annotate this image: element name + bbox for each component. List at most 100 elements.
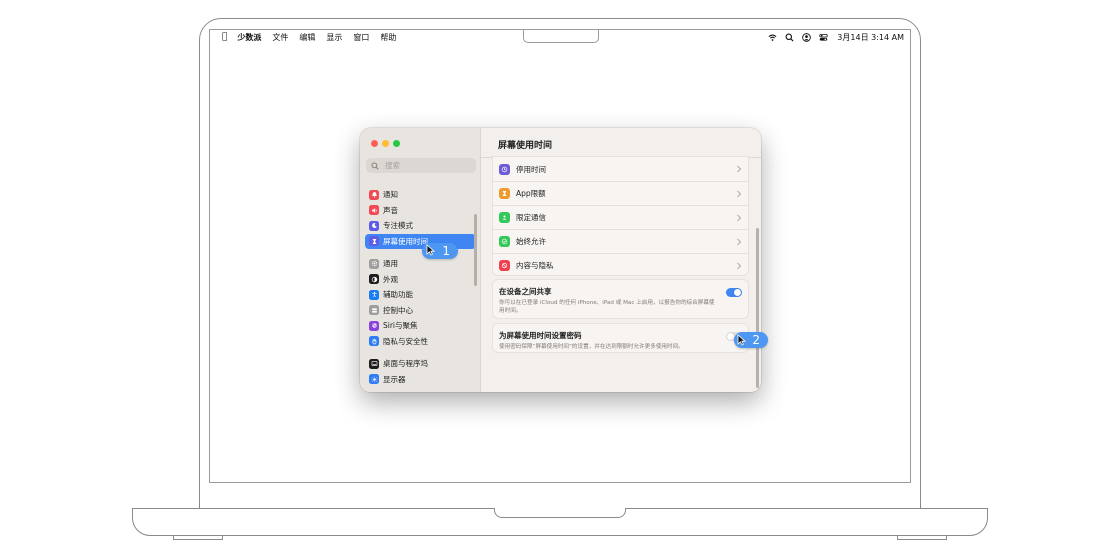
cursor-arrow-icon [737,334,746,346]
sidebar-search[interactable] [366,158,476,173]
screen-time-options-group: 停用时间 App限额 限定通信 始终允许 内容与隐私 [492,156,749,276]
laptop-hinge [199,490,921,510]
sidebar-item-label: 隐私与安全性 [383,336,428,346]
chevron-right-icon [737,190,742,198]
downtime-icon [499,163,510,175]
chevron-right-icon [737,214,742,222]
laptop-foot-left [173,536,223,540]
menu-view[interactable]: 显示 [326,32,342,43]
sidebar-item-screen-time[interactable]: 屏幕使用时间 [365,233,476,249]
passcode-row: 为屏幕使用时间设置密码 使用密码保障“屏幕使用时间”的设置，并在达到限额时允许更… [493,324,748,357]
row-downtime[interactable]: 停用时间 [493,157,748,181]
menu-clock[interactable]: 3月14日 3:14 AM [837,32,904,43]
sidebar-list: 通知 声音 专注模式 屏幕使用时间 通用 外观 辅助功能 控制中心 Siri与聚… [365,187,476,387]
passcode-description: 使用密码保障“屏幕使用时间”的设置，并在达到限额时允许更多使用时间。 [499,344,684,350]
appearance-icon [369,274,379,285]
sidebar: 通知 声音 专注模式 屏幕使用时间 通用 [360,128,481,392]
chevron-right-icon [737,262,742,270]
sidebar-item-label: 桌面与程序坞 [383,359,428,369]
menu-file[interactable]: 文件 [272,32,288,43]
hand-icon [369,336,379,347]
sidebar-item-siri[interactable]: Siri与聚焦 [365,318,476,334]
menu-bar:  少数派 文件 编辑 显示 窗口 帮助 3月14日 3:14 AM [210,30,910,44]
wifi-icon[interactable] [767,32,777,42]
dock-icon [369,358,379,369]
control-center-icon[interactable] [818,32,828,42]
laptop-screen:  少数派 文件 编辑 显示 窗口 帮助 3月14日 3:14 AM [209,29,911,483]
sidebar-item-label: 控制中心 [383,305,413,315]
apple-menu-icon[interactable]:  [222,32,227,42]
window-controls [371,140,404,147]
sidebar-item-notifications[interactable]: 通知 [365,187,476,203]
zoom-button[interactable] [393,140,400,147]
sidebar-item-general[interactable]: 通用 [365,256,476,272]
bell-icon [369,189,379,200]
toggle-knob [734,289,741,296]
sidebar-item-displays[interactable]: 显示器 [365,372,476,388]
toggle-knob [727,333,734,340]
row-label: App限额 [516,189,546,198]
hourglass-icon [369,236,379,247]
menu-app-name[interactable]: 少数派 [237,32,261,43]
sidebar-item-desktop-dock[interactable]: 桌面与程序坞 [365,356,476,372]
sidebar-item-label: 通知 [383,190,398,200]
sidebar-item-label: Siri与聚焦 [383,321,418,331]
accessibility-icon [369,289,379,300]
menu-help[interactable]: 帮助 [380,32,396,43]
sidebar-item-label: 专注模式 [383,221,413,231]
sidebar-scrollbar[interactable] [474,214,477,286]
share-title: 在设备之间共享 [499,287,552,296]
passcode-title: 为屏幕使用时间设置密码 [499,331,582,340]
page-title: 屏幕使用时间 [498,141,553,151]
checkmark-icon [499,236,510,247]
minimize-button[interactable] [382,140,389,147]
laptop-base-groove [494,508,626,518]
row-app-limits[interactable]: App限额 [493,181,748,205]
moon-icon [369,220,379,231]
row-label: 停用时间 [516,164,546,174]
close-button[interactable] [371,140,378,147]
row-always-allowed[interactable]: 始终允许 [493,229,748,253]
cursor-arrow-icon [426,244,435,256]
sidebar-item-label: 外观 [383,274,398,284]
row-label: 始终允许 [516,237,546,246]
sidebar-item-focus[interactable]: 专注模式 [365,218,476,234]
row-label: 内容与隐私 [516,261,554,270]
menu-edit[interactable]: 编辑 [299,32,315,43]
row-content-privacy[interactable]: 内容与隐私 [493,253,748,277]
sidebar-item-control-center[interactable]: 控制中心 [365,303,476,319]
sidebar-item-label: 显示器 [383,374,406,384]
communication-icon [499,212,510,223]
hourglass-icon [499,188,510,199]
share-description: 你可以在已登录 iCloud 的任何 iPhone、iPad 或 Mac 上启用… [499,300,715,314]
search-icon[interactable] [784,32,794,42]
sidebar-item-label: 屏幕使用时间 [383,236,428,246]
status-area: 3月14日 3:14 AM [760,30,904,44]
chevron-right-icon [737,238,742,246]
user-icon[interactable] [801,32,811,42]
laptop-foot-right [897,536,947,540]
search-input[interactable] [383,160,473,171]
gear-icon [369,258,379,269]
sidebar-item-privacy[interactable]: 隐私与安全性 [365,334,476,350]
chevron-right-icon [737,165,742,173]
restriction-icon [499,260,510,271]
row-label: 限定通信 [516,213,546,222]
row-communication-limits[interactable]: 限定通信 [493,205,748,229]
sidebar-item-appearance[interactable]: 外观 [365,272,476,288]
share-toggle[interactable] [726,288,742,297]
sidebar-item-sound[interactable]: 声音 [365,203,476,219]
speaker-icon [369,205,379,216]
sidebar-item-accessibility[interactable]: 辅助功能 [365,287,476,303]
search-icon [371,161,379,170]
menu-window[interactable]: 窗口 [353,32,369,43]
sidebar-item-label: 声音 [383,205,398,215]
sun-icon [369,374,379,385]
main-scrollbar[interactable] [756,228,759,388]
share-across-devices-row: 在设备之间共享 你可以在已登录 iCloud 的任何 iPhone、iPad 或… [493,280,748,321]
passcode-group: 为屏幕使用时间设置密码 使用密码保障“屏幕使用时间”的设置，并在达到限额时允许更… [492,323,749,353]
share-across-devices-group: 在设备之间共享 你可以在已登录 iCloud 的任何 iPhone、iPad 或… [492,279,749,319]
sidebar-item-label: 通用 [383,259,398,269]
control-center-icon [369,305,379,316]
siri-icon [369,320,379,331]
